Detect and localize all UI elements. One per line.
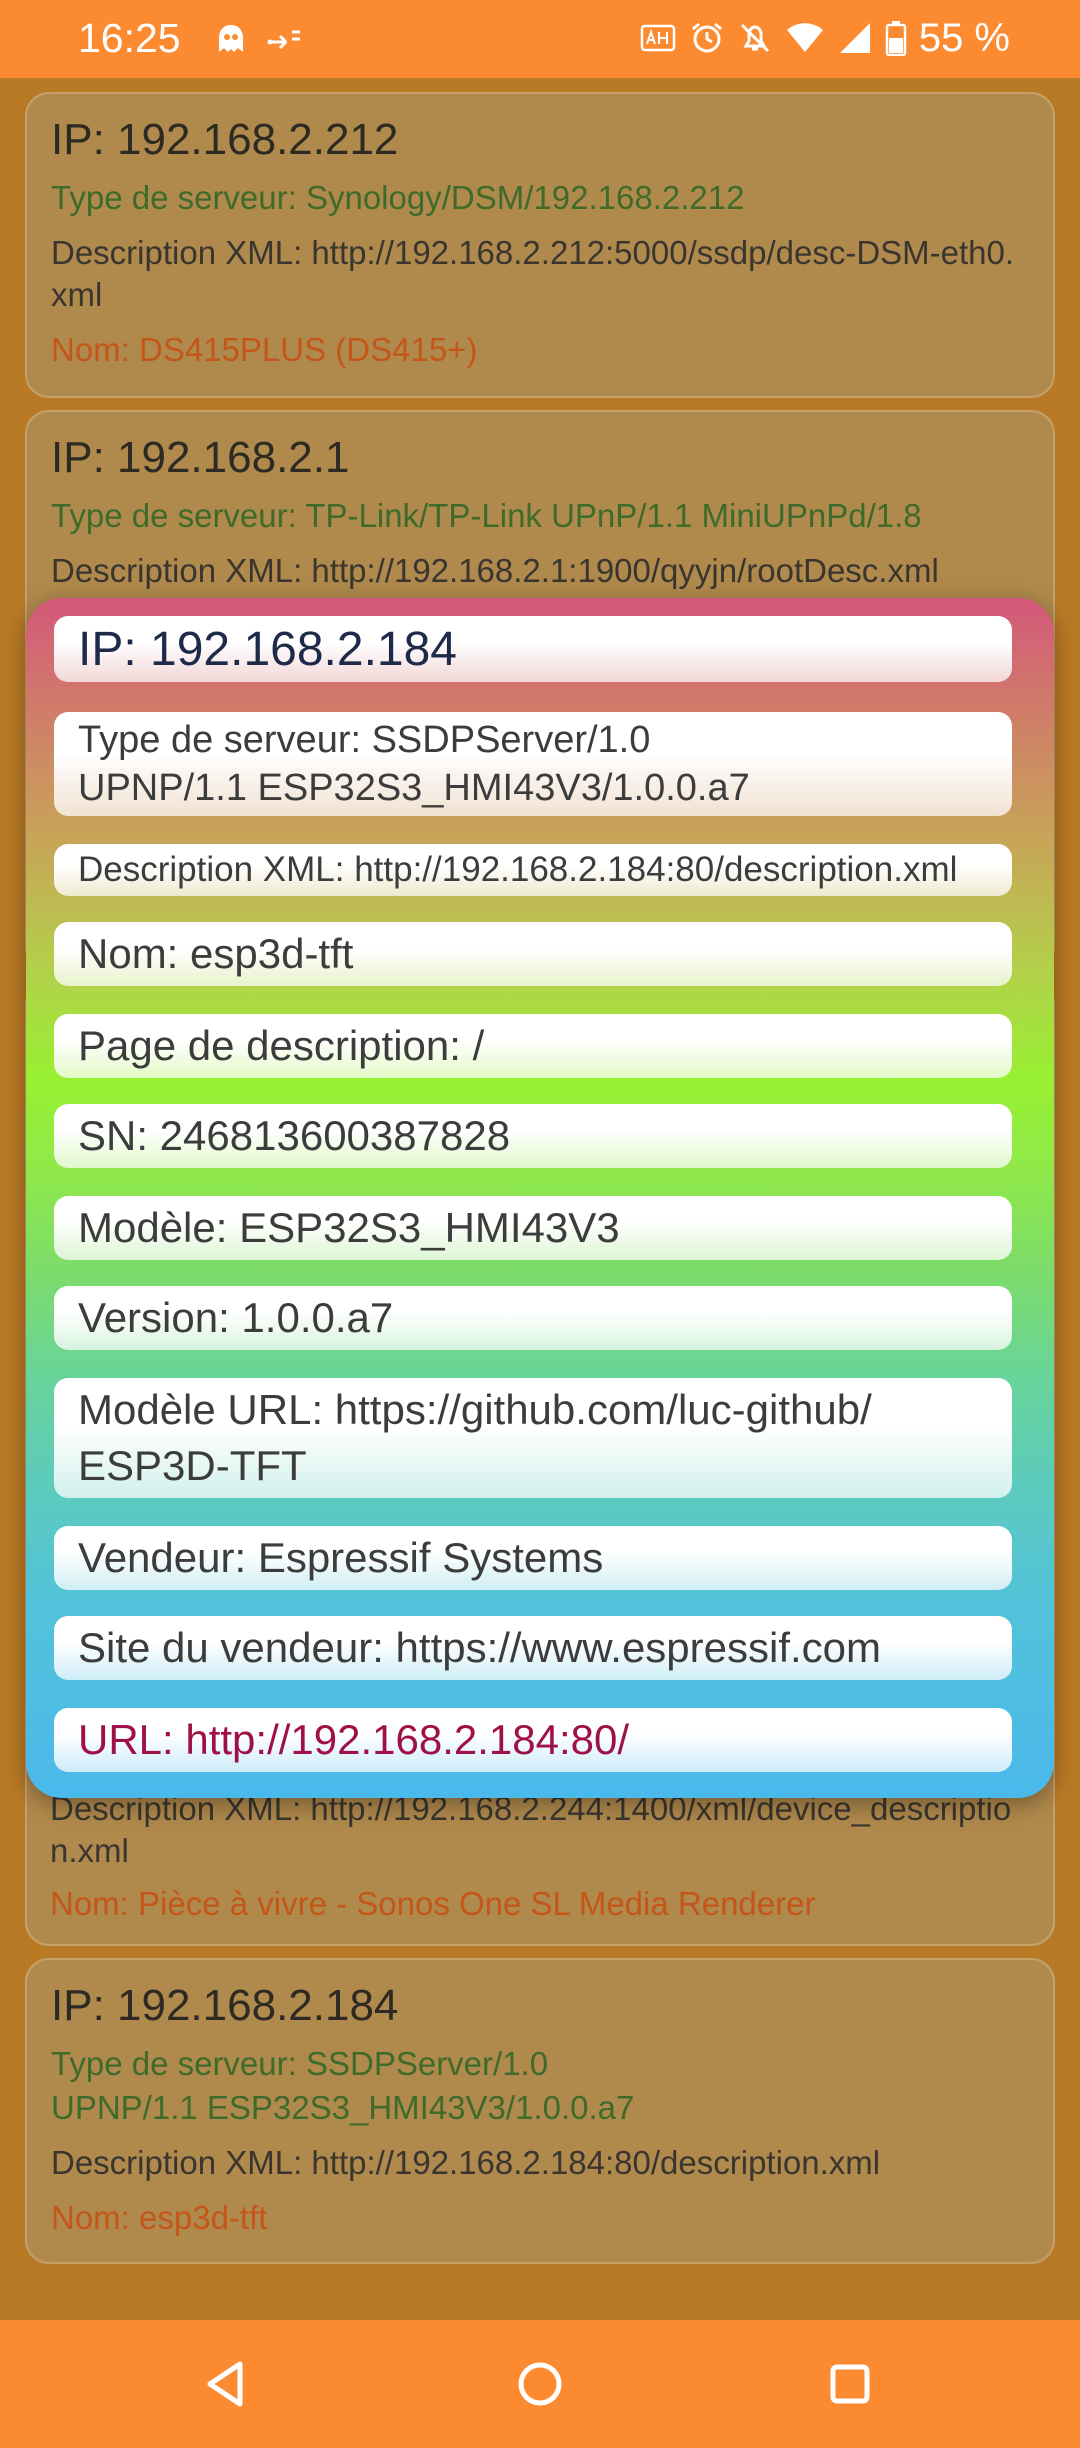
popup-url-link[interactable]: URL: http://192.168.2.184:80/ [78,1716,629,1764]
device-name: Nom: DS415PLUS (DS415+) [51,331,478,368]
device-name: Nom: esp3d-tft [51,2199,268,2236]
popup-model-url[interactable]: Modèle URL: https://github.com/luc-githu… [54,1378,1012,1498]
device-ip: IP: 192.168.2.1 [51,433,350,482]
device-ip: IP: 192.168.2.184 [51,1981,399,2030]
device-card[interactable]: IP: 192.168.2.212 Type de serveur: Synol… [25,92,1055,398]
battery-percent: 55 % [918,16,1010,60]
device-description-xml: Description XML: http://192.168.2.1:1900… [51,552,939,589]
popup-model: Modèle: ESP32S3_HMI43V3 [54,1196,1012,1260]
popup-vendor: Vendeur: Espressif Systems [54,1526,1012,1590]
battery-icon [885,21,907,56]
navigation-bar [0,2320,1080,2448]
device-description-xml: Description XML: http://192.168.2.244:14… [50,1790,1012,1869]
popup-model-url-link[interactable]: Modèle URL: https://github.com/luc-githu… [78,1382,898,1494]
wifi-icon [786,23,823,52]
back-icon[interactable] [196,2354,256,2414]
cast-icon [267,30,300,50]
recents-icon[interactable] [820,2354,880,2414]
status-time: 16:25 [78,15,181,61]
device-detail-popup[interactable]: IP: 192.168.2.184 Type de serveur: SSDPS… [26,598,1054,1798]
popup-serial-number-text: SN: 246813600387828 [78,1112,511,1159]
alarm-icon [691,22,722,53]
device-name: Nom: Pièce à vivre - Sonos One SL Media … [50,1885,816,1922]
device-card[interactable]: IP: 192.168.2.184 Type de serveur: SSDPS… [25,1958,1055,2264]
popup-description-page: Page de description: / [54,1014,1012,1078]
popup-vendor-text: Vendeur: Espressif Systems [78,1534,604,1581]
popup-version: Version: 1.0.0.a7 [54,1286,1012,1350]
mute-icon [740,23,769,53]
device-description-xml: Description XML: http://192.168.2.212:50… [51,234,1015,313]
home-icon[interactable] [510,2354,570,2414]
popup-name-text: Nom: esp3d-tft [78,930,354,977]
popup-vendor-site-link[interactable]: Site du vendeur: https://www.espressif.c… [78,1624,881,1672]
device-type: Type de serveur: TP-Link/TP-Link UPnP/1.… [51,497,922,534]
popup-server-type-text: Type de serveur: SSDPServer/1.0 UPNP/1.1… [78,719,750,809]
popup-name: Nom: esp3d-tft [54,922,1012,986]
device-type: Type de serveur: SSDPServer/1.0 UPNP/1.1… [51,2045,635,2126]
auto-hd-icon [640,24,676,52]
device-type: Type de serveur: Synology/DSM/192.168.2.… [51,179,745,216]
device-ip: IP: 192.168.2.212 [51,115,399,164]
popup-server-type: Type de serveur: SSDPServer/1.0 UPNP/1.1… [54,712,1012,816]
popup-vendor-site[interactable]: Site du vendeur: https://www.espressif.c… [54,1616,1012,1680]
popup-url[interactable]: URL: http://192.168.2.184:80/ [54,1708,1012,1772]
popup-ip: IP: 192.168.2.184 [54,616,1012,682]
popup-ip-text: IP: 192.168.2.184 [78,622,457,676]
ghost-app-icon [219,25,243,52]
popup-description-xml: Description XML: http://192.168.2.184:80… [54,844,1012,896]
signal-icon [839,23,870,53]
popup-serial-number: SN: 246813600387828 [54,1104,1012,1168]
device-description-xml: Description XML: http://192.168.2.184:80… [51,2144,881,2181]
status-left-icons [214,22,304,56]
popup-model-text: Modèle: ESP32S3_HMI43V3 [78,1204,620,1251]
popup-version-text: Version: 1.0.0.a7 [78,1294,394,1341]
status-bar: 16:25 55 % [0,0,1080,78]
popup-description-xml-text: Description XML: http://192.168.2.184:80… [78,850,958,889]
status-right-icons: 55 % [639,12,1010,64]
popup-description-page-text: Page de description: / [78,1022,485,1069]
